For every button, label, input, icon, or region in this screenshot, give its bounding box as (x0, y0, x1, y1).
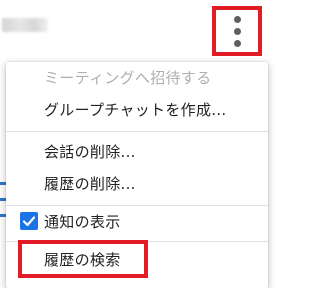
more-vertical-icon (233, 15, 241, 23)
menu-item-search-history[interactable]: 履歴の検索 (6, 244, 268, 274)
chat-header (0, 0, 270, 58)
menu-item-show-notifications[interactable]: 通知の表示 (6, 206, 268, 236)
menu-divider (6, 241, 268, 242)
menu-item-delete-conversation[interactable]: 会話の削除... (6, 136, 268, 166)
menu-item-invite-to-meeting: ミーティングへ招待する (44, 68, 212, 87)
options-menu: ミーティングへ招待する グループチャットを作成... 会話の削除... 履歴の削… (6, 62, 268, 288)
menu-divider (6, 131, 268, 132)
more-options-button[interactable] (212, 6, 262, 56)
menu-item-create-group-chat[interactable]: グループチャットを作成... (6, 94, 268, 124)
menu-item-delete-history[interactable]: 履歴の削除... (6, 168, 268, 198)
blurred-contact-name (2, 18, 48, 32)
